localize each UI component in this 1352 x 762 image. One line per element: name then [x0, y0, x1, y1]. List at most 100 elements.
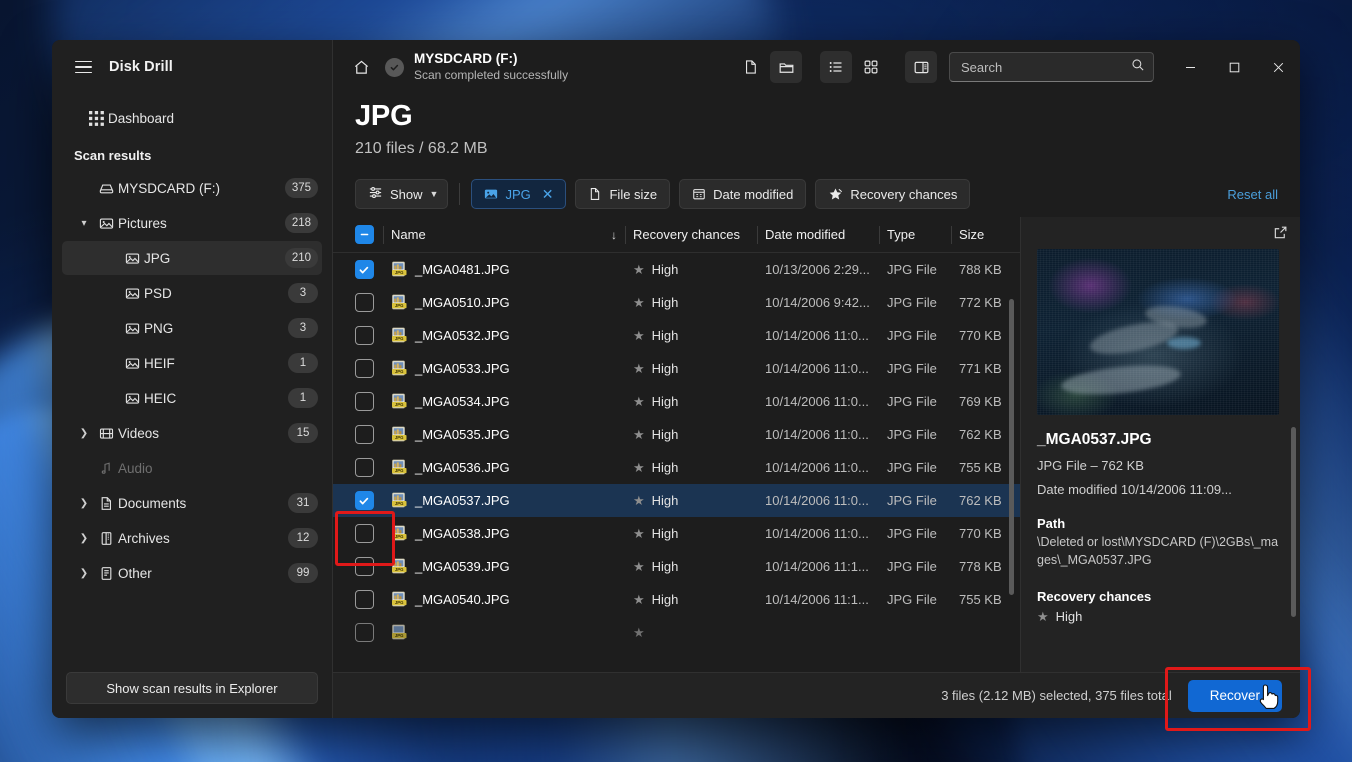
row-recovery: ★ High: [625, 394, 757, 409]
table-row[interactable]: JPG _MGA0540.JPG ★ High 10/14/2006 11:1... JP…: [333, 583, 1020, 616]
sidebar-item-mysdcard-f[interactable]: MYSDCARD (F:) 375: [62, 171, 322, 205]
sidebar-item-count: 1: [288, 353, 318, 373]
table-header-row: Name ↓ Recovery chances Date modified Ty…: [333, 217, 1020, 253]
row-checkbox[interactable]: [354, 590, 374, 609]
preview-scrollbar[interactable]: [1291, 427, 1296, 617]
sidebar-item-jpg[interactable]: JPG 210: [62, 241, 322, 275]
show-filter-button[interactable]: Show ▼: [355, 179, 449, 209]
filter-chip-jpg[interactable]: JPG ✕: [471, 179, 567, 209]
filter-chip-file-size[interactable]: File size: [575, 179, 671, 209]
filter-chip-recovery-chances[interactable]: Recovery chances: [815, 179, 971, 209]
star-icon: ★: [633, 592, 645, 607]
jpg-file-icon: JPG: [392, 492, 407, 508]
preview-pane-icon[interactable]: [905, 51, 937, 83]
row-checkbox[interactable]: [354, 623, 374, 642]
column-header-name[interactable]: Name ↓: [383, 227, 625, 242]
selection-status-text: 3 files (2.12 MB) selected, 375 files to…: [941, 688, 1172, 703]
sidebar-item-other[interactable]: ❯ Other 99: [62, 556, 322, 590]
sidebar-item-documents[interactable]: ❯ Documents 31: [62, 486, 322, 520]
check-circle-icon: [385, 57, 404, 77]
column-header-recovery[interactable]: Recovery chances: [625, 227, 757, 242]
row-checkbox[interactable]: [354, 458, 374, 477]
sidebar-item-videos[interactable]: ❯ Videos 15: [62, 416, 322, 450]
row-checkbox[interactable]: [354, 557, 374, 576]
minimize-button[interactable]: [1168, 40, 1212, 94]
row-recovery: ★ High: [625, 592, 757, 607]
sidebar-item-pictures[interactable]: ▾ Pictures 218: [62, 206, 322, 240]
svg-text:JPG: JPG: [395, 534, 404, 539]
preview-thumbnail[interactable]: [1037, 249, 1279, 415]
row-checkbox[interactable]: [354, 293, 374, 312]
table-row[interactable]: JPG _MGA0481.JPG ★ High 10/13/2006 2:29... JP…: [333, 253, 1020, 286]
image-icon: [120, 286, 144, 301]
jpg-file-icon: JPG: [392, 591, 407, 607]
sidebar-item-count: 3: [288, 283, 318, 303]
filter-chip-label: Date modified: [713, 186, 794, 202]
chevron-right-icon[interactable]: ❯: [74, 533, 94, 544]
grid-view-icon[interactable]: [855, 51, 887, 83]
archive-icon: [94, 531, 118, 546]
main-area: MYSDCARD (F:) Scan completed successfull…: [333, 40, 1300, 718]
preview-noise: [1037, 249, 1279, 415]
column-header-type[interactable]: Type: [879, 227, 951, 242]
table-row[interactable]: JPG _MGA0532.JPG ★ High 10/14/2006 11:0... JP…: [333, 319, 1020, 352]
open-external-icon[interactable]: [1273, 225, 1288, 245]
image-icon: [120, 251, 144, 266]
maximize-button[interactable]: [1212, 40, 1256, 94]
row-checkbox[interactable]: [354, 326, 374, 345]
search-input[interactable]: [961, 59, 1131, 75]
scan-status-text: Scan completed successfully: [414, 67, 569, 82]
disk-drill-window: Disk Drill Dashboard Scan results MYSDCA…: [52, 40, 1300, 718]
sidebar-section-label: Scan results: [74, 148, 152, 163]
filter-chip-date-modified[interactable]: Date modified: [679, 179, 807, 209]
sidebar-item-png[interactable]: PNG 3: [62, 311, 322, 345]
row-checkbox[interactable]: [354, 425, 374, 444]
sidebar-item-heif[interactable]: HEIF 1: [62, 346, 322, 380]
table-row[interactable]: JPG _MGA0536.JPG ★ High 10/14/2006 11:0... JP…: [333, 451, 1020, 484]
home-icon[interactable]: [345, 51, 377, 83]
sidebar-item-label: Other: [118, 565, 152, 581]
row-checkbox[interactable]: [354, 524, 374, 543]
recover-button[interactable]: Recover: [1187, 679, 1282, 712]
row-checkbox[interactable]: [354, 260, 374, 279]
table-row[interactable]: JPG _MGA0510.JPG ★ High 10/14/2006 9:42... JP…: [333, 286, 1020, 319]
reset-all-link[interactable]: Reset all: [1227, 187, 1282, 202]
sidebar-item-count: 31: [288, 493, 318, 513]
sidebar-item-psd[interactable]: PSD 3: [62, 276, 322, 310]
column-header-date[interactable]: Date modified: [757, 227, 879, 242]
list-view-icon[interactable]: [820, 51, 852, 83]
row-recovery: ★ High: [625, 493, 757, 508]
table-row[interactable]: JPG _MGA0534.JPG ★ High 10/14/2006 11:0... JP…: [333, 385, 1020, 418]
table-scrollbar[interactable]: [1009, 299, 1014, 595]
chevron-right-icon[interactable]: ❯: [74, 498, 94, 509]
sidebar-item-label: HEIC: [144, 390, 177, 406]
row-type: JPG File: [887, 295, 937, 310]
table-row[interactable]: JPG _MGA0537.JPG ★ High 10/14/2006 11:0... JP…: [333, 484, 1020, 517]
row-checkbox[interactable]: [354, 392, 374, 411]
hamburger-icon[interactable]: [66, 52, 100, 82]
preview-recovery-label: Recovery chances: [1037, 588, 1152, 604]
select-all-checkbox[interactable]: [354, 225, 374, 244]
sidebar-item-archives[interactable]: ❯ Archives 12: [62, 521, 322, 555]
folder-view-icon[interactable]: [770, 51, 802, 83]
table-row-partial[interactable]: JPG ★: [333, 616, 1020, 649]
show-in-explorer-button[interactable]: Show scan results in Explorer: [66, 672, 318, 704]
table-row[interactable]: JPG _MGA0539.JPG ★ High 10/14/2006 11:1... JP…: [333, 550, 1020, 583]
row-checkbox[interactable]: [354, 359, 374, 378]
search-icon: [1131, 58, 1145, 77]
chevron-right-icon[interactable]: ❯: [74, 428, 94, 439]
remove-filter-icon[interactable]: ✕: [542, 187, 554, 201]
sidebar-item-dashboard[interactable]: Dashboard: [62, 101, 322, 135]
sidebar-item-heic[interactable]: HEIC 1: [62, 381, 322, 415]
table-row[interactable]: JPG _MGA0533.JPG ★ High 10/14/2006 11:0... JP…: [333, 352, 1020, 385]
chevron-right-icon[interactable]: ❯: [74, 568, 94, 579]
row-name: JPG _MGA0536.JPG: [383, 459, 625, 476]
search-box[interactable]: [949, 52, 1154, 82]
table-row[interactable]: JPG _MGA0538.JPG ★ High 10/14/2006 11:0... JP…: [333, 517, 1020, 550]
chevron-down-icon[interactable]: ▾: [74, 218, 94, 229]
table-row[interactable]: JPG _MGA0535.JPG ★ High 10/14/2006 11:0... JP…: [333, 418, 1020, 451]
row-checkbox[interactable]: [354, 491, 374, 510]
close-button[interactable]: [1256, 40, 1300, 94]
file-view-icon[interactable]: [735, 51, 767, 83]
sidebar-header: Disk Drill: [52, 40, 332, 94]
